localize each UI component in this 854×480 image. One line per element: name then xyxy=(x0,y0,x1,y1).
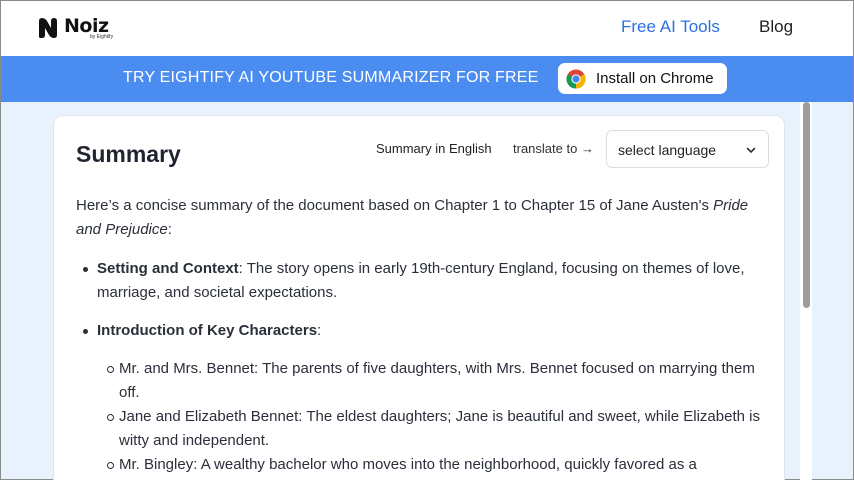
summary-content: Here’s a concise summary of the document… xyxy=(76,194,766,477)
translate-to-label: translate to → xyxy=(513,141,594,156)
list-item: Setting and Context: The story opens in … xyxy=(76,257,766,305)
language-select[interactable]: select language xyxy=(606,130,769,168)
intro-text: Here’s a concise summary of the document… xyxy=(76,197,714,214)
summary-intro: Here’s a concise summary of the document… xyxy=(76,194,766,242)
top-navigation-bar: Noiz by Eightify Free AI Tools Blog xyxy=(1,1,853,56)
bullet-title: Introduction of Key Characters xyxy=(97,322,318,339)
scrollbar-thumb[interactable] xyxy=(803,102,810,308)
summary-title: Summary xyxy=(76,141,181,167)
language-select-value: select language xyxy=(618,142,717,158)
install-on-chrome-button[interactable]: Install on Chrome xyxy=(558,63,727,94)
nav-link-free-ai-tools[interactable]: Free AI Tools xyxy=(621,17,720,37)
noiz-logo[interactable]: Noiz by Eightify xyxy=(36,14,113,42)
sub-list-item: Jane and Elizabeth Bennet: The eldest da… xyxy=(107,405,766,453)
characters-sub-list: Mr. and Mrs. Bennet: The parents of five… xyxy=(107,357,766,477)
banner-text: TRY EIGHTIFY AI YOUTUBE SUMMARIZER FOR F… xyxy=(123,69,539,86)
chevron-down-icon xyxy=(746,147,756,153)
install-on-chrome-label: Install on Chrome xyxy=(596,70,714,87)
summary-language-label: Summary in English xyxy=(376,141,492,156)
noiz-logo-icon xyxy=(39,18,57,38)
sub-list-item: Mr. and Mrs. Bennet: The parents of five… xyxy=(107,357,766,405)
nav-link-blog[interactable]: Blog xyxy=(759,17,793,37)
bullet-text: : xyxy=(317,322,322,339)
intro-colon: : xyxy=(167,221,172,238)
bullet-title: Setting and Context xyxy=(97,260,239,277)
list-item: Introduction of Key Characters: xyxy=(76,319,766,343)
logo-subtext: by Eightify xyxy=(90,34,114,40)
sub-list-item: Mr. Bingley: A wealthy bachelor who move… xyxy=(107,453,766,477)
promo-banner: TRY EIGHTIFY AI YOUTUBE SUMMARIZER FOR F… xyxy=(1,56,853,102)
chrome-icon xyxy=(566,69,586,88)
logo-wordmark: Noiz by Eightify xyxy=(64,14,113,42)
